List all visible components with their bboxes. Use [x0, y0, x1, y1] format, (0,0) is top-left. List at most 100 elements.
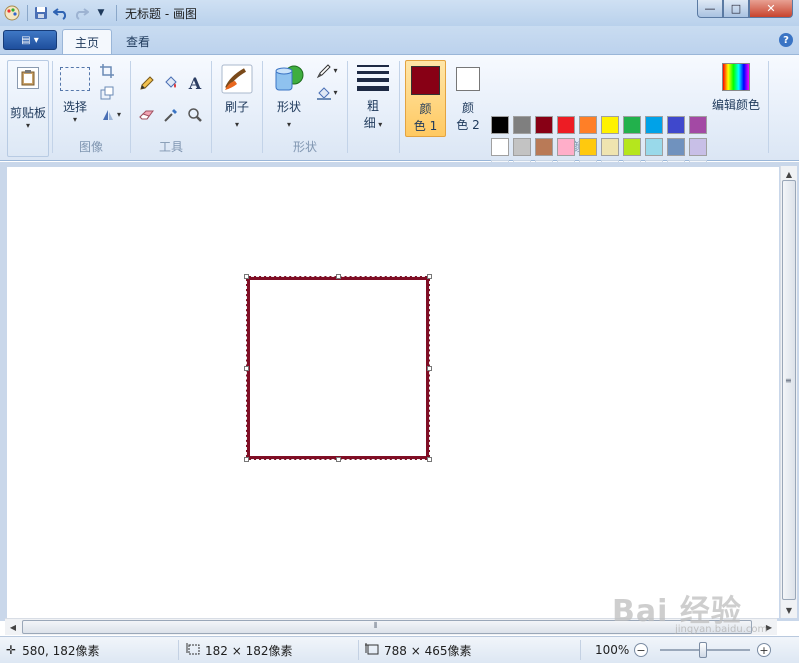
- scroll-grip-icon: ≡: [785, 376, 792, 385]
- selection-size-value: 182 × 182像素: [205, 643, 293, 658]
- app-menu-button[interactable]: ▤ ▾: [3, 30, 57, 50]
- undo-icon[interactable]: [52, 4, 70, 22]
- fill-icon[interactable]: ▾: [313, 83, 341, 103]
- palette-color-swatch[interactable]: [557, 138, 575, 156]
- resize-handle[interactable]: [427, 366, 432, 371]
- size-group: 粗 细 ▾: [348, 55, 398, 160]
- palette-color-swatch[interactable]: [491, 116, 509, 134]
- image-group-label: 图像: [78, 140, 103, 154]
- vertical-scrollbar[interactable]: ▲ ≡ ▼: [780, 166, 797, 618]
- color1-label-line2: 色 1: [413, 119, 438, 133]
- palette-color-swatch[interactable]: [645, 138, 663, 156]
- resize-icon[interactable]: [97, 83, 117, 103]
- zoom-out-button[interactable]: −: [634, 637, 648, 663]
- resize-handle[interactable]: [336, 457, 341, 462]
- color2-label-line2: 色 2: [456, 118, 480, 132]
- window-controls: — □ ✕: [697, 0, 793, 18]
- palette-color-swatch[interactable]: [513, 116, 531, 134]
- minimize-button[interactable]: —: [697, 0, 723, 18]
- zoom-slider-thumb[interactable]: [699, 642, 707, 658]
- color1-button[interactable]: 颜 色 1: [405, 60, 446, 137]
- palette-color-swatch[interactable]: [689, 116, 707, 134]
- resize-handle[interactable]: [244, 274, 249, 279]
- tools-group-label: 工具: [158, 140, 183, 154]
- palette-color-swatch[interactable]: [645, 116, 663, 134]
- palette-color-swatch[interactable]: [667, 116, 685, 134]
- chevron-down-icon: ▾: [234, 120, 239, 129]
- color2-button[interactable]: 颜 色 2: [451, 60, 485, 137]
- maximize-button[interactable]: □: [723, 0, 749, 18]
- close-button[interactable]: ✕: [749, 0, 793, 18]
- status-divider: [358, 640, 359, 660]
- clipboard-group: 剪贴板 ▾: [0, 55, 52, 160]
- palette-color-swatch[interactable]: [601, 138, 619, 156]
- zoom-in-button[interactable]: +: [757, 637, 771, 663]
- scroll-grip-icon: ⦀: [374, 621, 378, 630]
- edit-colors-label: 编辑颜色: [711, 98, 760, 112]
- resize-handle[interactable]: [244, 457, 249, 462]
- brushes-label: 刷子: [224, 100, 249, 114]
- select-button[interactable]: 选择 ▾: [57, 67, 93, 124]
- resize-handle[interactable]: [336, 274, 341, 279]
- line-width-icon: [357, 63, 389, 91]
- color-spectrum-icon: [722, 63, 750, 91]
- palette-color-swatch[interactable]: [491, 138, 509, 156]
- tab-view[interactable]: 查看: [114, 29, 162, 54]
- brushes-button[interactable]: 刷子 ▾: [220, 64, 254, 129]
- palette-color-swatch[interactable]: [667, 138, 685, 156]
- resize-handle[interactable]: [427, 274, 432, 279]
- edit-colors-button[interactable]: 编辑颜色: [711, 63, 761, 114]
- group-divider: [768, 61, 769, 153]
- title-bar: ▼ 无标题 - 画图 — □ ✕: [0, 0, 799, 26]
- vertical-scroll-thumb[interactable]: [782, 180, 796, 600]
- text-tool-icon[interactable]: A: [185, 73, 205, 93]
- zoom-out-icon[interactable]: −: [634, 643, 648, 657]
- scroll-left-icon[interactable]: ◀: [5, 619, 21, 635]
- customize-dropdown-icon[interactable]: ▼: [92, 4, 110, 22]
- magnifier-icon[interactable]: [185, 105, 205, 125]
- crop-icon[interactable]: [97, 61, 117, 81]
- ribbon-tab-bar: ▤ ▾ 主页 查看 ?: [0, 26, 799, 54]
- palette-color-swatch[interactable]: [557, 116, 575, 134]
- redo-icon[interactable]: [72, 4, 90, 22]
- status-divider: [178, 640, 179, 660]
- resize-handle[interactable]: [427, 457, 432, 462]
- shapes-button[interactable]: 形状 ▾: [271, 64, 307, 129]
- palette-color-swatch[interactable]: [579, 138, 597, 156]
- palette-color-swatch[interactable]: [623, 138, 641, 156]
- palette-color-swatch[interactable]: [579, 116, 597, 134]
- image-size-icon: [365, 642, 379, 658]
- fill-bucket-icon[interactable]: [161, 73, 181, 93]
- drawn-rectangle[interactable]: [246, 276, 430, 460]
- eraser-icon[interactable]: [137, 105, 157, 125]
- palette-color-swatch[interactable]: [535, 116, 553, 134]
- selection-size: 182 × 182像素: [186, 637, 293, 663]
- scroll-down-icon[interactable]: ▼: [781, 602, 797, 618]
- palette-color-swatch[interactable]: [535, 138, 553, 156]
- chevron-down-icon: ▾: [72, 115, 77, 124]
- save-icon[interactable]: [32, 4, 50, 22]
- selection-rectangle-icon: [60, 67, 90, 91]
- palette-color-swatch[interactable]: [623, 116, 641, 134]
- status-divider: [580, 640, 581, 660]
- ribbon-panel: 剪贴板 ▾ 选择 ▾ ▾ 图像 A 工具 刷子 ▾ 形状 ▾ ▾ ▾ 形状 粗 …: [0, 54, 799, 178]
- palette-color-swatch[interactable]: [689, 138, 707, 156]
- cursor-position-value: 580, 182像素: [22, 643, 100, 658]
- size-label: 粗 细 ▾: [364, 98, 383, 132]
- zoom-level: 100%: [595, 643, 630, 657]
- color1-label-line1: 颜: [419, 102, 432, 116]
- clipboard-button[interactable]: 剪贴板 ▾: [7, 60, 49, 157]
- outline-icon[interactable]: ▾: [313, 61, 341, 81]
- palette-color-swatch[interactable]: [513, 138, 531, 156]
- paint-app-icon[interactable]: [3, 4, 21, 22]
- help-icon[interactable]: ?: [779, 33, 793, 47]
- rotate-icon[interactable]: ▾: [97, 105, 125, 125]
- tab-home[interactable]: 主页: [62, 29, 113, 54]
- color-picker-icon[interactable]: [161, 105, 181, 125]
- size-button[interactable]: 粗 细 ▾: [354, 63, 392, 132]
- zoom-in-icon[interactable]: +: [757, 643, 771, 657]
- pencil-icon[interactable]: [137, 73, 157, 93]
- image-size-value: 788 × 465像素: [384, 643, 472, 658]
- palette-color-swatch[interactable]: [601, 116, 619, 134]
- resize-handle[interactable]: [244, 366, 249, 371]
